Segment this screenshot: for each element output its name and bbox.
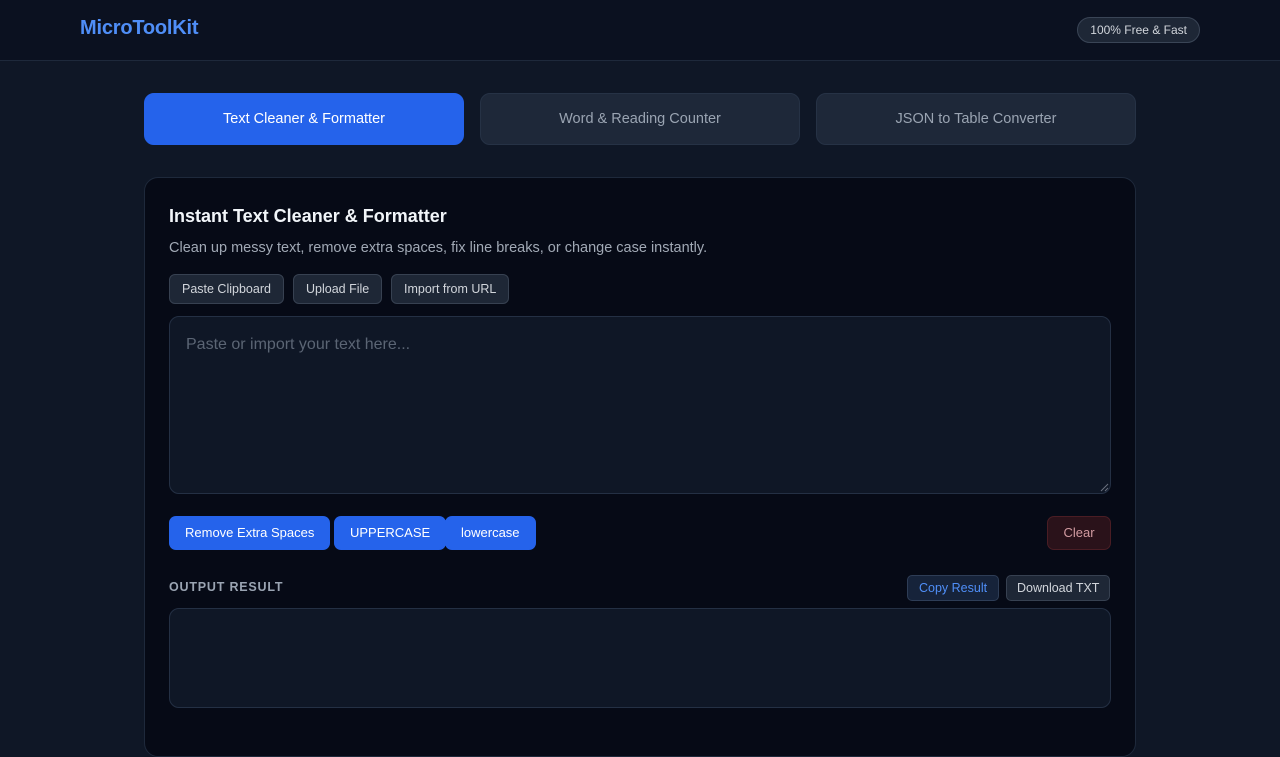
free-fast-badge: 100% Free & Fast — [1077, 17, 1200, 43]
clear-button[interactable]: Clear — [1047, 516, 1111, 550]
copy-result-button[interactable]: Copy Result — [907, 575, 1000, 601]
output-result-box[interactable] — [169, 608, 1111, 708]
tab-json-table[interactable]: JSON to Table Converter — [816, 93, 1136, 145]
download-txt-button[interactable]: Download TXT — [1006, 575, 1111, 601]
tool-title: Instant Text Cleaner & Formatter — [169, 206, 447, 226]
tool-card: Instant Text Cleaner & Formatter Clean u… — [144, 177, 1136, 757]
output-label: OUTPUT RESULT — [169, 580, 284, 594]
lowercase-button[interactable]: lowercase — [445, 516, 536, 550]
brand-logo[interactable]: MicroToolKit — [80, 17, 199, 40]
tab-text-cleaner[interactable]: Text Cleaner & Formatter — [144, 93, 464, 145]
remove-extra-spaces-button[interactable]: Remove Extra Spaces — [169, 516, 331, 550]
resize-handle-icon[interactable] — [1100, 483, 1109, 492]
paste-clipboard-button[interactable]: Paste Clipboard — [169, 274, 284, 304]
tool-tabs: Text Cleaner & Formatter Word & Reading … — [144, 93, 1136, 145]
uppercase-button[interactable]: UPPERCASE — [334, 516, 447, 550]
upload-file-button[interactable]: Upload File — [293, 274, 383, 304]
text-input[interactable] — [169, 316, 1111, 494]
top-navbar: MicroToolKit 100% Free & Fast — [0, 0, 1280, 61]
import-url-button[interactable]: Import from URL — [391, 274, 510, 304]
tool-description: Clean up messy text, remove extra spaces… — [169, 240, 708, 256]
tab-word-counter[interactable]: Word & Reading Counter — [480, 93, 800, 145]
